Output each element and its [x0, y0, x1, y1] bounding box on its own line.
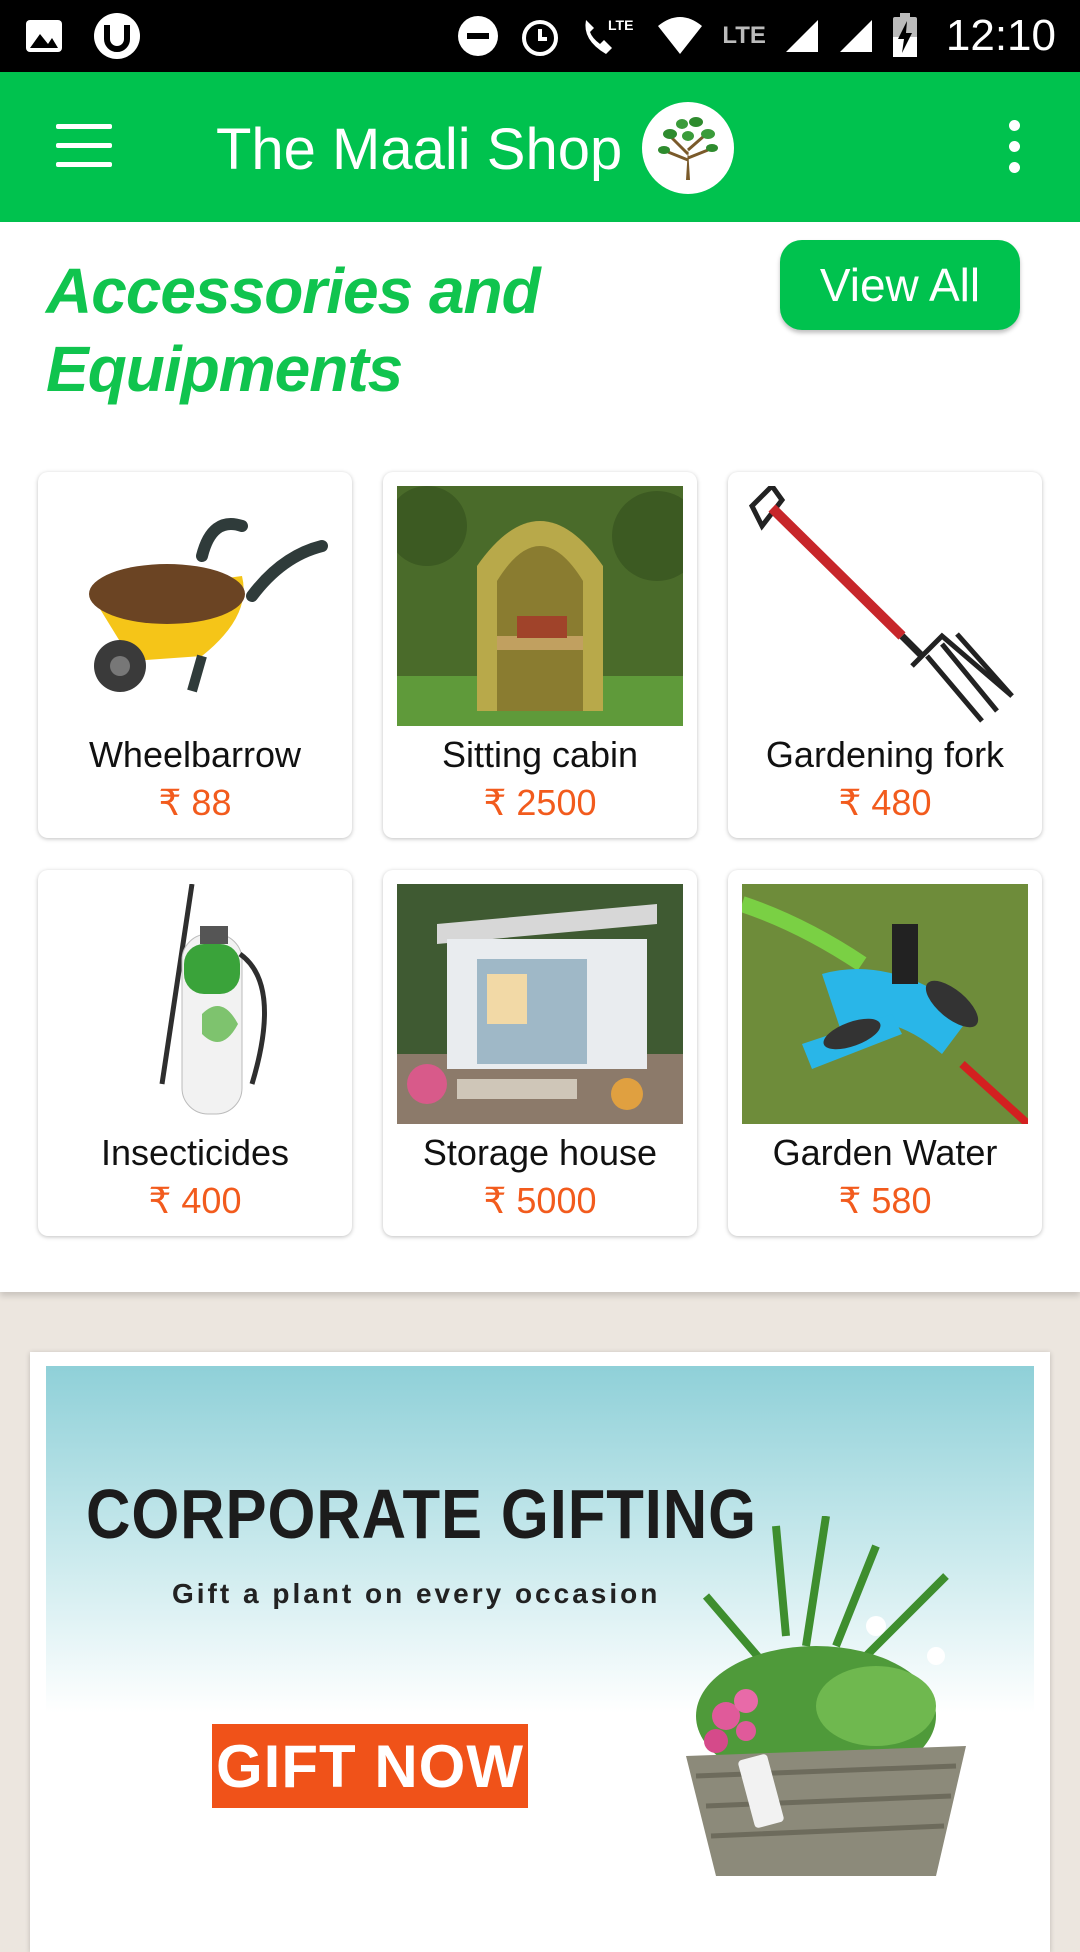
clock: 12:10	[945, 11, 1056, 60]
tree-logo-icon	[642, 102, 734, 194]
section-title: Accessories and Equipments	[46, 252, 566, 408]
gift-now-button[interactable]: GIFT NOW	[212, 1724, 528, 1808]
menu-icon[interactable]	[56, 124, 114, 170]
insecticides-sprayer-image	[52, 884, 338, 1124]
plant-basket-image	[666, 1515, 1006, 1926]
network-type-label: LTE	[722, 22, 766, 49]
product-name: Wheelbarrow	[88, 734, 302, 775]
gardening-fork-image	[742, 486, 1028, 726]
svg-text:LTE: LTE	[608, 17, 633, 33]
product-card-garden-water[interactable]: Garden Water ₹ 580	[728, 870, 1042, 1236]
battery-charging-icon	[892, 13, 918, 59]
product-name: Garden Water	[772, 1132, 998, 1173]
product-price: ₹ 2500	[483, 782, 597, 823]
product-name: Storage house	[422, 1132, 658, 1173]
product-name: Sitting cabin	[441, 734, 639, 775]
product-price: ₹ 5000	[483, 1180, 597, 1221]
wifi-icon	[656, 16, 704, 56]
image-icon	[24, 18, 64, 54]
storage-house-image	[397, 884, 683, 1124]
sitting-cabin-image	[397, 486, 683, 726]
alarm-icon	[518, 14, 562, 58]
signal-icon	[838, 18, 874, 54]
app-title: The Maali Shop	[216, 117, 623, 182]
more-vert-icon[interactable]	[1000, 120, 1028, 176]
corporate-gifting-banner-card[interactable]: CORPORATE GIFTING Gift a plant on every …	[30, 1352, 1050, 1952]
product-name: Gardening fork	[765, 734, 1005, 775]
product-card-wheelbarrow[interactable]: Wheelbarrow ₹ 88	[38, 472, 352, 838]
wheelbarrow-image	[52, 486, 338, 726]
do-not-disturb-icon	[456, 14, 500, 58]
product-price: ₹ 88	[158, 782, 232, 823]
product-price: ₹ 400	[148, 1180, 242, 1221]
app-bar: The Maali Shop	[0, 72, 1080, 222]
section-title-line2: Equipments	[46, 333, 403, 405]
product-name: Insecticides	[100, 1132, 290, 1173]
view-all-button[interactable]: View All	[780, 240, 1020, 330]
accessories-section: Accessories and Equipments View All Whee…	[0, 222, 1080, 1292]
section-title-line1: Accessories and	[46, 255, 541, 327]
status-bar: LTE LTE 12:10	[0, 0, 1080, 72]
banner-subtitle: Gift a plant on every occasion	[172, 1578, 661, 1609]
signal-icon	[784, 18, 820, 54]
product-card-insecticides[interactable]: Insecticides ₹ 400	[38, 870, 352, 1236]
product-card-storage-house[interactable]: Storage house ₹ 5000	[383, 870, 697, 1236]
corporate-gifting-banner[interactable]: CORPORATE GIFTING Gift a plant on every …	[46, 1366, 1034, 1926]
product-card-sitting-cabin[interactable]: Sitting cabin ₹ 2500	[383, 472, 697, 838]
utorrent-icon	[92, 11, 142, 61]
product-price: ₹ 580	[838, 1180, 932, 1221]
product-card-gardening-fork[interactable]: Gardening fork ₹ 480	[728, 472, 1042, 838]
garden-sprinkler-image	[742, 884, 1028, 1124]
volte-call-icon: LTE	[580, 14, 638, 58]
banner-title: CORPORATE GIFTING	[86, 1475, 757, 1553]
product-price: ₹ 480	[838, 782, 932, 823]
